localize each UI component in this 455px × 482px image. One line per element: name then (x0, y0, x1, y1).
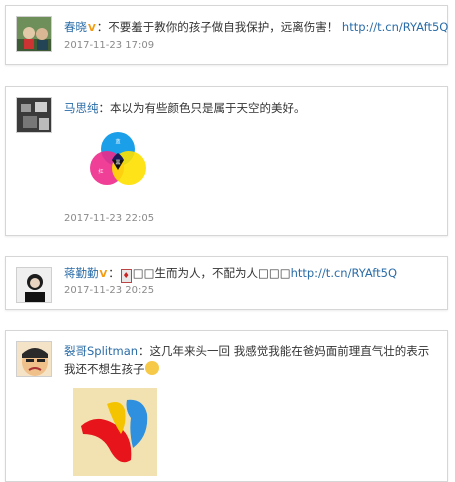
post-card: 裂哥Splitman：这几年来头一回 我感觉我能在爸妈面前理直气壮的表示我还不想… (5, 330, 448, 482)
circle-label: 蓝 (115, 138, 120, 145)
post-timestamp[interactable]: 2017-11-23 20:25 (64, 285, 154, 296)
post-link[interactable]: http://t.cn/RYAft5Q (342, 20, 448, 34)
verified-badge-icon: V (88, 23, 96, 34)
avatar[interactable] (16, 341, 52, 377)
post-text: 裂哥Splitman：这几年来头一回 我感觉我能在爸妈面前理直气壮的表示我还不想… (64, 342, 439, 378)
post-image[interactable] (73, 388, 157, 476)
avatar-image (17, 268, 51, 302)
avatar-image (17, 17, 51, 51)
post-timestamp[interactable]: 2017-11-23 17:09 (64, 40, 154, 51)
avatar-image (17, 342, 51, 376)
post-card: 马思纯：本以为有些颜色只是属于天空的美好。 蓝 黑 红 2017-11-23 2… (5, 86, 448, 236)
post-text: 马思纯：本以为有些颜色只是属于天空的美好。 (64, 99, 439, 117)
post-text: 蒋勤勤V： ♦ □□生而为人，不配为人□□□http://t.cn/RYAft5Q (64, 264, 439, 284)
post-body: ：本以为有些颜色只是属于天空的美好。 (98, 101, 306, 115)
avatar[interactable] (16, 16, 52, 52)
poker-card-icon: ♦ (120, 269, 132, 283)
circle-label: 红 (98, 168, 103, 175)
avatar[interactable] (16, 267, 52, 303)
post-link[interactable]: http://t.cn/RYAft5Q (291, 266, 397, 280)
post-card: 春晓V：不要羞于教你的孩子做自我保护，远离伤害！ http://t.cn/RYA… (5, 5, 448, 65)
username-link[interactable]: 蒋勤勤 (64, 266, 99, 280)
post-image[interactable]: 蓝 黑 红 (86, 129, 150, 193)
username-link[interactable]: 马思纯 (64, 101, 99, 115)
circle-label: 黑 (115, 160, 120, 166)
avatar[interactable] (16, 97, 52, 133)
post-body-prefix: ： (108, 266, 120, 280)
username-link[interactable]: 裂哥Splitman (64, 344, 138, 358)
username-link[interactable]: 春晓 (64, 20, 87, 34)
verified-badge-icon: V (99, 269, 108, 280)
post-body: □□生而为人，不配为人□□□ (132, 266, 291, 280)
post-card: 蒋勤勤V： ♦ □□生而为人，不配为人□□□http://t.cn/RYAft5Q … (5, 256, 448, 310)
post-body: ：不要羞于教你的孩子做自我保护，远离伤害！ (96, 20, 339, 34)
post-text: 春晓V：不要羞于教你的孩子做自我保护，远离伤害！ http://t.cn/RYA… (64, 18, 448, 38)
laughing-emoji-icon (144, 361, 159, 375)
avatar-image (17, 98, 51, 132)
post-timestamp[interactable]: 2017-11-23 22:05 (64, 213, 154, 224)
